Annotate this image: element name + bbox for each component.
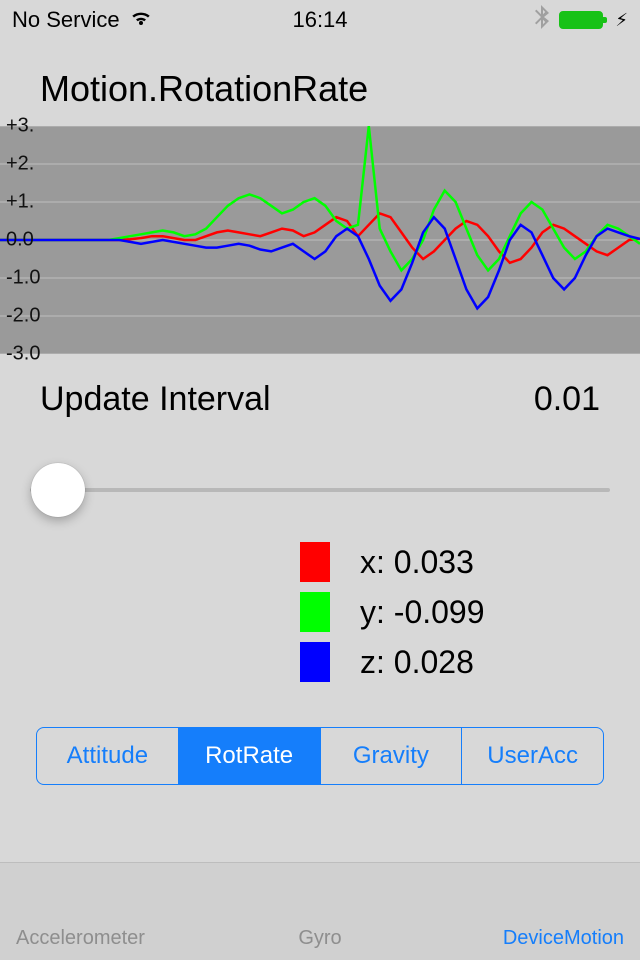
segment-useracc[interactable]: UserAcc (462, 728, 603, 784)
slider-thumb[interactable] (31, 463, 85, 517)
legend-row-z: z: 0.028 (300, 637, 640, 687)
legend-x-label: x: 0.033 (360, 544, 474, 581)
swatch-x (300, 542, 330, 582)
y-tick: -2.0 (6, 305, 40, 328)
legend-z-label: z: 0.028 (360, 644, 474, 681)
update-interval-slider[interactable] (30, 463, 610, 517)
swatch-y (300, 592, 330, 632)
segment-gravity[interactable]: Gravity (321, 728, 463, 784)
legend-y-label: y: -0.099 (360, 594, 485, 631)
legend-row-y: y: -0.099 (300, 587, 640, 637)
slider-track (30, 488, 610, 492)
y-tick: +2. (6, 153, 34, 176)
legend-row-x: x: 0.033 (300, 537, 640, 587)
swatch-z (300, 642, 330, 682)
update-interval-label: Update Interval (40, 380, 271, 419)
wifi-icon (130, 7, 152, 33)
battery-icon (559, 11, 603, 29)
tab-devicemotion[interactable]: DeviceMotion (421, 927, 624, 950)
segment-attitude[interactable]: Attitude (37, 728, 179, 784)
rotation-rate-chart: +3.+2.+1.0.0-1.0-2.0-3.0 (0, 126, 640, 354)
bluetooth-icon (535, 5, 549, 36)
charging-icon: ⚡︎ (615, 10, 628, 31)
y-tick: 0.0 (6, 229, 34, 252)
clock: 16:14 (292, 7, 347, 33)
tab-accelerometer[interactable]: Accelerometer (16, 927, 219, 950)
metric-segmented-control[interactable]: AttitudeRotRateGravityUserAcc (36, 727, 604, 785)
y-tick: +3. (6, 115, 34, 138)
carrier-label: No Service (12, 7, 120, 33)
tab-gyro[interactable]: Gyro (219, 927, 422, 950)
bottom-tab-bar[interactable]: AccelerometerGyroDeviceMotion (0, 862, 640, 960)
y-tick: -1.0 (6, 267, 40, 290)
y-tick: -3.0 (6, 343, 40, 366)
segment-rotrate[interactable]: RotRate (179, 728, 321, 784)
legend: x: 0.033 y: -0.099 z: 0.028 (0, 537, 640, 687)
status-bar: No Service 16:14 ⚡︎ (0, 0, 640, 40)
update-interval-value: 0.01 (534, 380, 600, 419)
y-tick: +1. (6, 191, 34, 214)
page-title: Motion.RotationRate (0, 40, 640, 126)
